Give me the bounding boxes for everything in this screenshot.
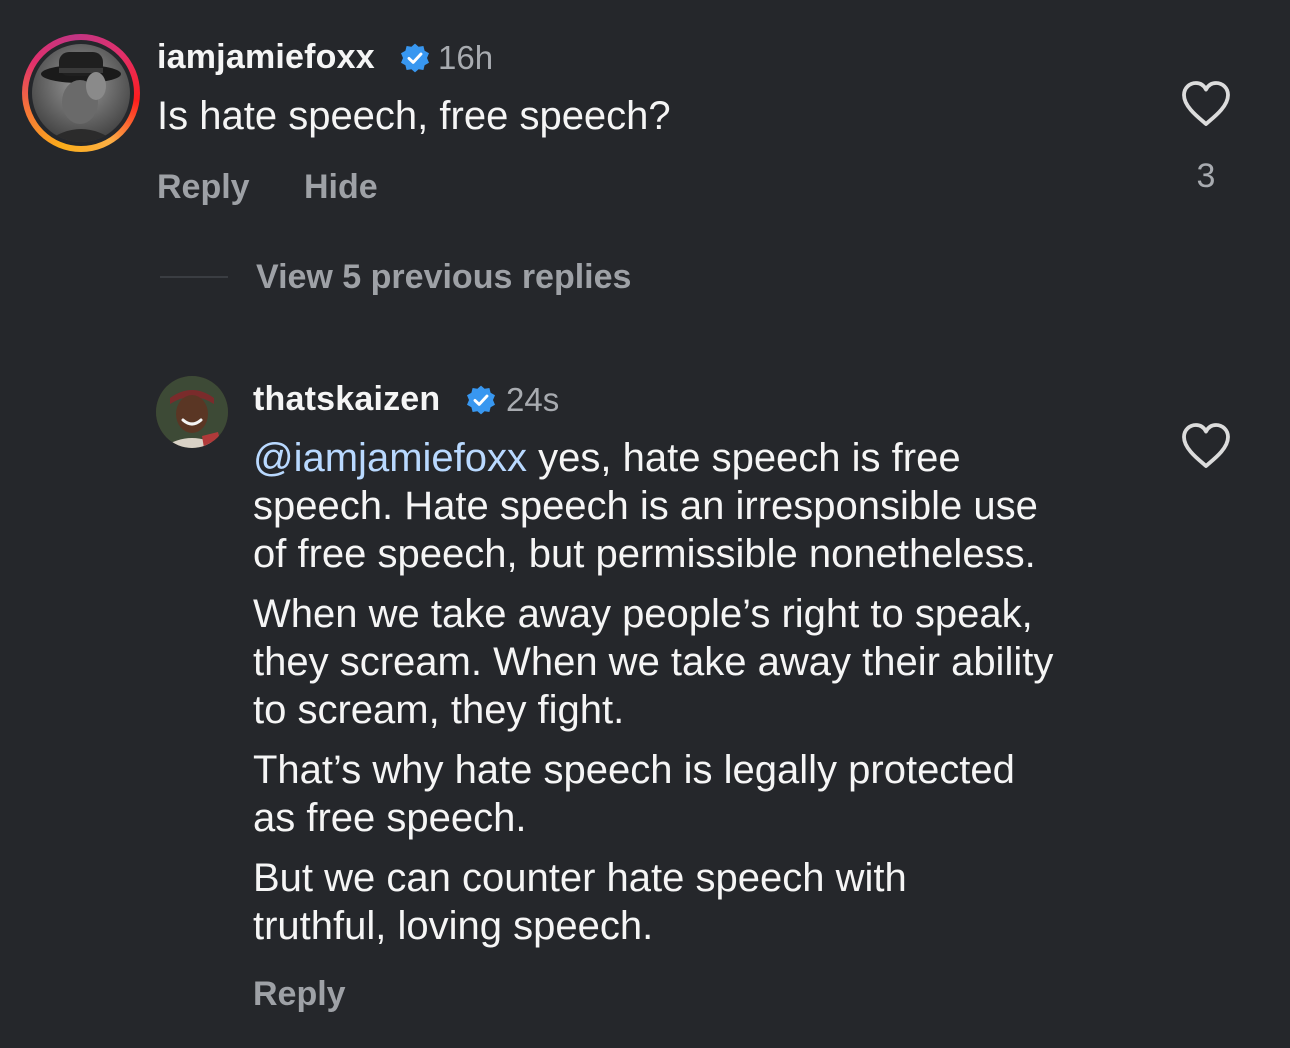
reply-paragraph-2: When we take away people’s right to spea… xyxy=(253,592,1054,732)
verified-badge-icon xyxy=(401,43,429,73)
timestamp: 16h xyxy=(438,39,494,76)
reply-paragraph-3: That’s why hate speech is legally protec… xyxy=(253,748,1015,840)
verified-badge-icon xyxy=(467,385,495,415)
hide-button[interactable]: Hide xyxy=(304,168,378,207)
avatar-story-ring[interactable] xyxy=(22,34,140,152)
reply-username[interactable]: thatskaizen xyxy=(253,380,440,419)
reply-reply-button[interactable]: Reply xyxy=(253,975,346,1014)
thread-divider xyxy=(160,276,228,278)
view-previous-replies-button[interactable]: View 5 previous replies xyxy=(256,258,631,297)
reply-timestamp: 24s xyxy=(506,381,560,418)
reply-button[interactable]: Reply xyxy=(157,168,250,207)
comment-text: Is hate speech, free speech? xyxy=(157,94,671,138)
comment-main: iamjamiefoxx 16h Is hate speech, free sp… xyxy=(0,0,1290,230)
avatar-iamjamiefoxx[interactable] xyxy=(32,44,130,142)
username[interactable]: iamjamiefoxx xyxy=(157,38,375,77)
mention-link[interactable]: @iamjamiefoxx xyxy=(253,436,527,480)
avatar-thatskaizen[interactable] xyxy=(156,376,228,448)
reply-paragraph-1: @iamjamiefoxx yes, hate speech is free s… xyxy=(253,434,1173,578)
reply-paragraph-4: But we can counter hate speech with trut… xyxy=(253,856,907,948)
heart-icon[interactable] xyxy=(1180,422,1232,470)
heart-icon[interactable] xyxy=(1180,80,1232,128)
like-count: 3 xyxy=(1196,157,1216,195)
